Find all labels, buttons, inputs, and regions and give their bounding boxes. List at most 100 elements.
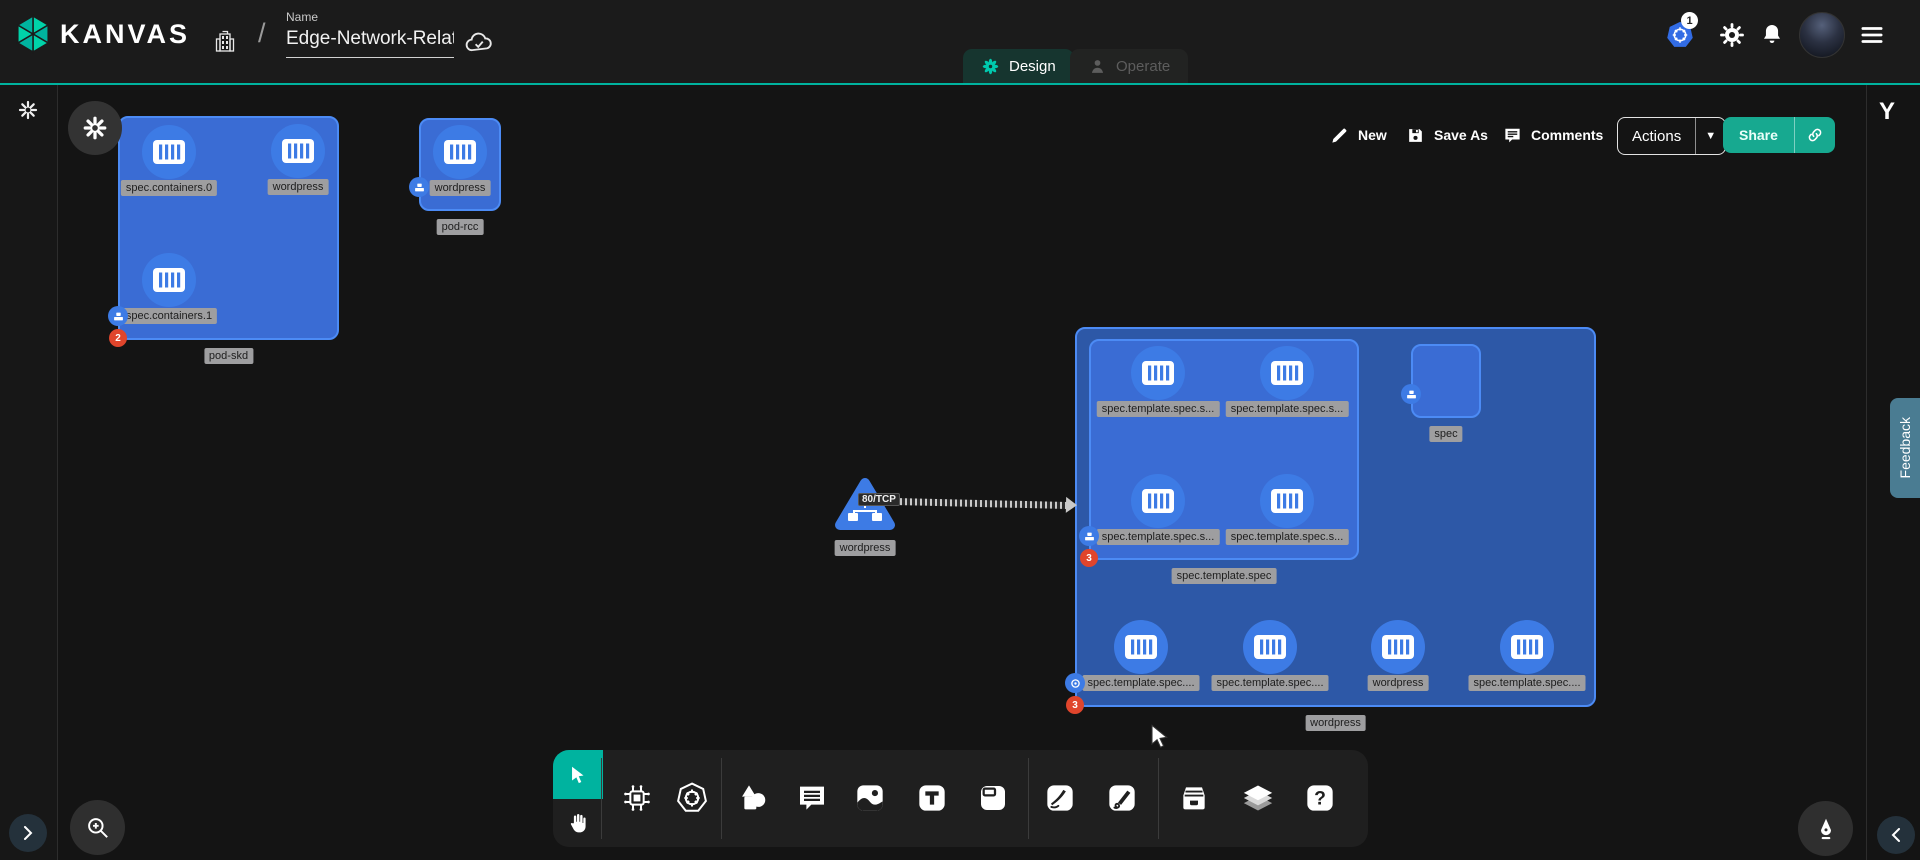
chevron-left-icon: [1889, 828, 1903, 842]
share-split-button[interactable]: Share: [1723, 117, 1835, 153]
count-badge[interactable]: 3: [1066, 696, 1084, 714]
mesh-component-tool-button[interactable]: [614, 775, 660, 821]
svg-text:?: ?: [1314, 789, 1326, 810]
canvas-toolbar: ?: [553, 750, 1368, 847]
pod-badge[interactable]: [108, 306, 128, 326]
hamburger-icon: [1858, 21, 1886, 49]
design-name-input[interactable]: [286, 26, 454, 58]
pod-badge[interactable]: [1401, 384, 1421, 404]
tab-design[interactable]: Design: [963, 49, 1074, 83]
dock-spiral-button[interactable]: [16, 98, 40, 127]
container-label: spec.template.spec.s...: [1226, 401, 1349, 417]
cursor-tool-button[interactable]: [553, 750, 603, 799]
container-icon: [1510, 634, 1544, 660]
pen-nib-button[interactable]: [1798, 801, 1853, 856]
container-node[interactable]: [1260, 474, 1314, 528]
organization-icon[interactable]: [212, 22, 238, 62]
design-tab-label: Design: [1009, 58, 1056, 75]
gear-icon: [1718, 21, 1746, 49]
bell-icon: [1759, 22, 1785, 48]
container-node[interactable]: [1371, 620, 1425, 674]
shapes-tool-button[interactable]: [730, 775, 776, 821]
actions-caret-icon[interactable]: ▼: [1696, 130, 1725, 142]
magnifier-plus-icon: [85, 815, 111, 841]
new-button[interactable]: New: [1330, 117, 1387, 153]
sticky-note-tool-button[interactable]: [970, 775, 1016, 821]
pod-badge[interactable]: [1079, 526, 1099, 546]
edge-label: 80/TCP: [858, 493, 900, 506]
image-tool-button[interactable]: [847, 775, 893, 821]
chevron-right-icon: [21, 826, 35, 840]
comment-icon: [796, 782, 828, 814]
pencil-tool-button[interactable]: [1099, 775, 1145, 821]
operate-tab-icon: [1088, 57, 1107, 76]
menu-button[interactable]: [1855, 18, 1889, 52]
name-field-label: Name: [286, 10, 454, 24]
actions-split-button[interactable]: Actions ▼: [1617, 117, 1726, 155]
canvas-asterisk-button[interactable]: [68, 101, 122, 155]
cursor-tool-icon: [567, 764, 589, 786]
drawer-icon: [1178, 782, 1210, 814]
container-node[interactable]: [1131, 346, 1185, 400]
kubernetes-tool-button[interactable]: [669, 775, 715, 821]
comments-icon: [1503, 126, 1522, 145]
container-label: spec.containers.1: [121, 308, 217, 324]
group-spec[interactable]: [1411, 344, 1481, 418]
tab-operate[interactable]: Operate: [1070, 49, 1188, 83]
group-spec-template-spec[interactable]: [1089, 339, 1359, 560]
new-label: New: [1358, 127, 1387, 143]
count-badge[interactable]: 2: [109, 329, 127, 347]
replica-badge-icon: [1070, 678, 1081, 689]
container-node[interactable]: [433, 125, 487, 179]
pod-badge-icon: [1084, 531, 1095, 542]
container-node[interactable]: [1260, 346, 1314, 400]
text-tool-button[interactable]: [909, 775, 955, 821]
service-edge[interactable]: [895, 498, 1067, 509]
service-node-wordpress-service[interactable]: [832, 476, 898, 539]
collapse-right-panel-button[interactable]: [1877, 816, 1915, 854]
container-node[interactable]: [1131, 474, 1185, 528]
mesh-component-icon: [621, 782, 653, 814]
container-icon: [443, 139, 477, 165]
yaml-panel-icon[interactable]: Y: [1879, 98, 1895, 126]
zoom-lens-button[interactable]: [70, 800, 125, 855]
container-label: spec.template.spec.s...: [1097, 401, 1220, 417]
toolbar-divider: [721, 758, 722, 839]
app-header: KANVAS / Name: [0, 0, 1920, 83]
container-node[interactable]: [142, 253, 196, 307]
sticky-note-icon: [977, 782, 1009, 814]
comment-tool-button[interactable]: [789, 775, 835, 821]
help-tool-button[interactable]: ?: [1297, 775, 1343, 821]
container-node[interactable]: [271, 124, 325, 178]
group-label: spec.template.spec: [1172, 568, 1277, 584]
container-label: wordpress: [430, 180, 491, 196]
layers-tool-button[interactable]: [1235, 775, 1281, 821]
notifications-button[interactable]: [1755, 18, 1789, 52]
kubernetes-context-button[interactable]: 1: [1663, 18, 1697, 52]
text-icon: [916, 782, 948, 814]
expand-left-panel-button[interactable]: [9, 814, 47, 852]
container-node[interactable]: [1243, 620, 1297, 674]
count-badge[interactable]: 3: [1080, 549, 1098, 567]
container-icon: [1381, 634, 1415, 660]
copy-link-icon[interactable]: [1795, 126, 1835, 144]
feedback-tab[interactable]: Feedback: [1890, 398, 1920, 498]
pod-badge[interactable]: [409, 177, 429, 197]
user-avatar[interactable]: [1799, 12, 1845, 58]
group-label: wordpress: [1305, 715, 1366, 731]
drawer-tool-button[interactable]: [1171, 775, 1217, 821]
hand-tool-button[interactable]: [556, 803, 600, 843]
brand[interactable]: KANVAS: [14, 13, 190, 55]
container-icon: [1124, 634, 1158, 660]
settings-button[interactable]: [1715, 18, 1749, 52]
pen-tool-button[interactable]: [1037, 775, 1083, 821]
container-node[interactable]: [142, 125, 196, 179]
container-node[interactable]: [1114, 620, 1168, 674]
container-node[interactable]: [1500, 620, 1554, 674]
asterisk-icon: [82, 115, 108, 141]
save-as-label: Save As: [1434, 127, 1488, 143]
save-as-button[interactable]: Save As: [1406, 117, 1488, 153]
replica-badge[interactable]: [1065, 673, 1085, 693]
kubernetes-count-badge: 1: [1681, 12, 1698, 29]
comments-button[interactable]: Comments: [1503, 117, 1603, 153]
